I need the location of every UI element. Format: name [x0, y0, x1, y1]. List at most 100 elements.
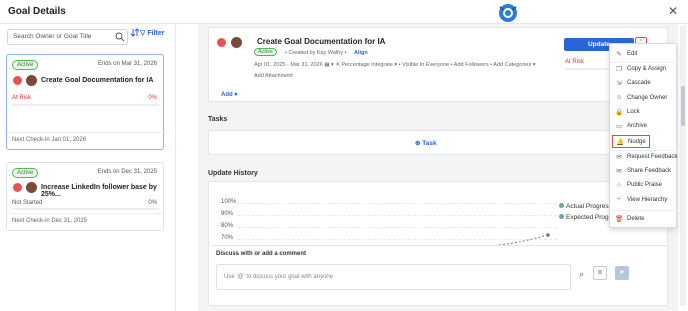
- hierarchy-icon: ⑂: [617, 196, 621, 203]
- add-button[interactable]: Add ▾: [221, 91, 237, 98]
- goal-type-icon: [217, 38, 226, 47]
- feedback-icon: ✉: [616, 154, 622, 161]
- legend-dot: [559, 203, 564, 208]
- menu-item-label: Archive: [627, 123, 648, 129]
- menu-item-label: Change Owner: [627, 95, 668, 101]
- grid-line: [237, 227, 557, 228]
- search-input[interactable]: Search Owner or Goal Title: [7, 29, 128, 45]
- comment-placeholder: Use '@' to discuss your goal with anyone: [224, 274, 334, 280]
- filter-icon: ▽: [140, 30, 146, 37]
- menu-item-change-owner[interactable]: ☺ Change Owner: [610, 92, 678, 105]
- cascade-icon: ⇲: [616, 80, 622, 87]
- legend-label: Expected Progre: [566, 214, 615, 221]
- y-tick: 80%: [221, 223, 234, 229]
- update-history-heading: Update History: [208, 170, 258, 177]
- y-tick: 100%: [221, 199, 237, 205]
- goal-summary-card: Create Goal Documentation for IA Active …: [208, 27, 668, 102]
- star-icon: ☆: [616, 182, 622, 189]
- send-comment-button[interactable]: ➤: [615, 266, 629, 280]
- menu-item-nudge[interactable]: 🔔 Nudge: [612, 135, 650, 148]
- menu-item-label: Public Praise: [627, 182, 663, 188]
- filter-label: Filter: [147, 30, 165, 37]
- attachment-icon[interactable]: ⌕: [579, 269, 584, 280]
- trash-icon: 🗑: [615, 216, 624, 223]
- copy-icon: ❐: [616, 66, 622, 73]
- add-attachment-link[interactable]: Add Attachment: [254, 73, 293, 79]
- menu-item-public-praise[interactable]: ☆ Public Praise: [610, 179, 678, 192]
- app-logo-icon: [499, 4, 517, 22]
- card-divider: [7, 213, 165, 214]
- menu-item-label: Lock: [627, 109, 640, 115]
- created-by: • Created by Kay Walby •: [285, 50, 347, 56]
- chevron-down-icon: ▾: [234, 92, 238, 98]
- y-tick: 90%: [221, 211, 234, 217]
- next-checkin: Next Check-in Dec 31, 2025: [12, 218, 88, 224]
- page-title: Goal Details: [8, 6, 66, 17]
- progress-status: Not Started: [12, 200, 43, 206]
- card-divider: [7, 132, 165, 133]
- goal-type-icon: [13, 183, 22, 192]
- legend-label: Actual Progress: [566, 203, 612, 210]
- goal-meta-row[interactable]: Apr 01, 2025 - Mar 31, 2026 ▦ ▾ ✕ Percen…: [254, 62, 536, 68]
- menu-item-archive[interactable]: ▭ Archive: [610, 120, 678, 133]
- header-bar: Goal Details ✕: [0, 0, 688, 24]
- menu-item-share-feedback[interactable]: ✉ Share Feedback: [610, 165, 678, 178]
- progress-bar: [12, 104, 159, 106]
- edit-icon: ✎: [616, 51, 622, 58]
- menu-item-label: Request Feedback: [627, 154, 678, 160]
- filter-button[interactable]: ▽ Filter: [140, 29, 164, 37]
- status-badge: Active: [12, 60, 39, 70]
- end-date: Ends on Mar 31, 2026: [97, 61, 157, 67]
- expected-progress-line: [499, 233, 550, 246]
- menu-item-label: View Hierarchy: [627, 197, 668, 203]
- progress-status: At Risk: [12, 95, 32, 101]
- menu-item-cascade[interactable]: ⇲ Cascade: [610, 77, 678, 90]
- avatar: [26, 182, 37, 193]
- scrollbar[interactable]: [680, 26, 686, 306]
- status-badge: Active: [254, 48, 277, 56]
- menu-item-lock[interactable]: 🔒 Lock: [610, 106, 678, 119]
- goal-detail-pane: Create Goal Documentation for IA Active …: [198, 24, 678, 311]
- menu-item-label: Copy & Assign: [627, 66, 667, 72]
- menu-item-edit[interactable]: ✎ Edit: [610, 48, 678, 61]
- search-placeholder: Search Owner or Goal Title: [13, 33, 92, 40]
- legend-dot: [559, 214, 564, 219]
- goal-list-pane: Search Owner or Goal Title ▽ Filter Acti…: [0, 24, 176, 311]
- comment-input[interactable]: Use '@' to discuss your goal with anyone: [216, 264, 571, 290]
- status-badge: Active: [12, 168, 39, 178]
- menu-divider: [610, 210, 678, 211]
- goal-card[interactable]: Active Ends on Dec 31, 2025 Increase Lin…: [6, 162, 165, 231]
- update-history-card: 100% 90% 80% 70% Actual Progress Expecte…: [208, 181, 668, 306]
- goal-title: Create Goal Documentation for IA: [41, 77, 154, 84]
- next-checkin: Next Check-in Jan 01, 2026: [12, 137, 87, 143]
- menu-item-view-hierarchy[interactable]: ⑂ View Hierarchy: [610, 194, 678, 207]
- scrollbar-thumb[interactable]: [681, 86, 685, 126]
- avatar: [26, 75, 37, 86]
- user-icon: ☺: [615, 94, 623, 101]
- progress-percent: 0%: [148, 200, 157, 206]
- risk-progress-bar: [565, 68, 615, 70]
- goal-type-icon: [13, 76, 22, 85]
- goal-title: Increase LinkedIn follower base by 25%..…: [41, 184, 157, 198]
- menu-item-copy-assign[interactable]: ❐ Copy & Assign: [610, 63, 678, 76]
- menu-item-label: Delete: [627, 216, 645, 222]
- tasks-card: ⊕ Task: [208, 130, 668, 155]
- comment-heading: Discuss with or add a comment: [216, 251, 307, 257]
- add-task-button[interactable]: ⊕ Task: [415, 139, 437, 147]
- sort-icon[interactable]: [131, 28, 139, 37]
- progress-bar: [12, 208, 159, 210]
- close-icon[interactable]: ✕: [668, 4, 678, 18]
- search-icon[interactable]: [115, 32, 125, 42]
- tasks-heading: Tasks: [208, 116, 228, 123]
- menu-item-delete[interactable]: 🗑 Delete: [610, 213, 678, 226]
- comment-section: Discuss with or add a comment Use '@' to…: [211, 245, 667, 305]
- goal-card[interactable]: Active Ends on Mar 31, 2026 Create Goal …: [6, 54, 165, 150]
- menu-item-request-feedback[interactable]: ✉ Request Feedback: [610, 151, 678, 164]
- grid-line: [237, 203, 557, 204]
- cancel-comment-button[interactable]: ✕: [593, 266, 607, 280]
- avatar: [231, 37, 242, 48]
- align-link[interactable]: Align: [354, 50, 368, 56]
- legend-item: Expected Progre: [559, 214, 614, 221]
- menu-item-label: Nudge: [628, 139, 646, 145]
- end-date: Ends on Dec 31, 2025: [97, 169, 157, 175]
